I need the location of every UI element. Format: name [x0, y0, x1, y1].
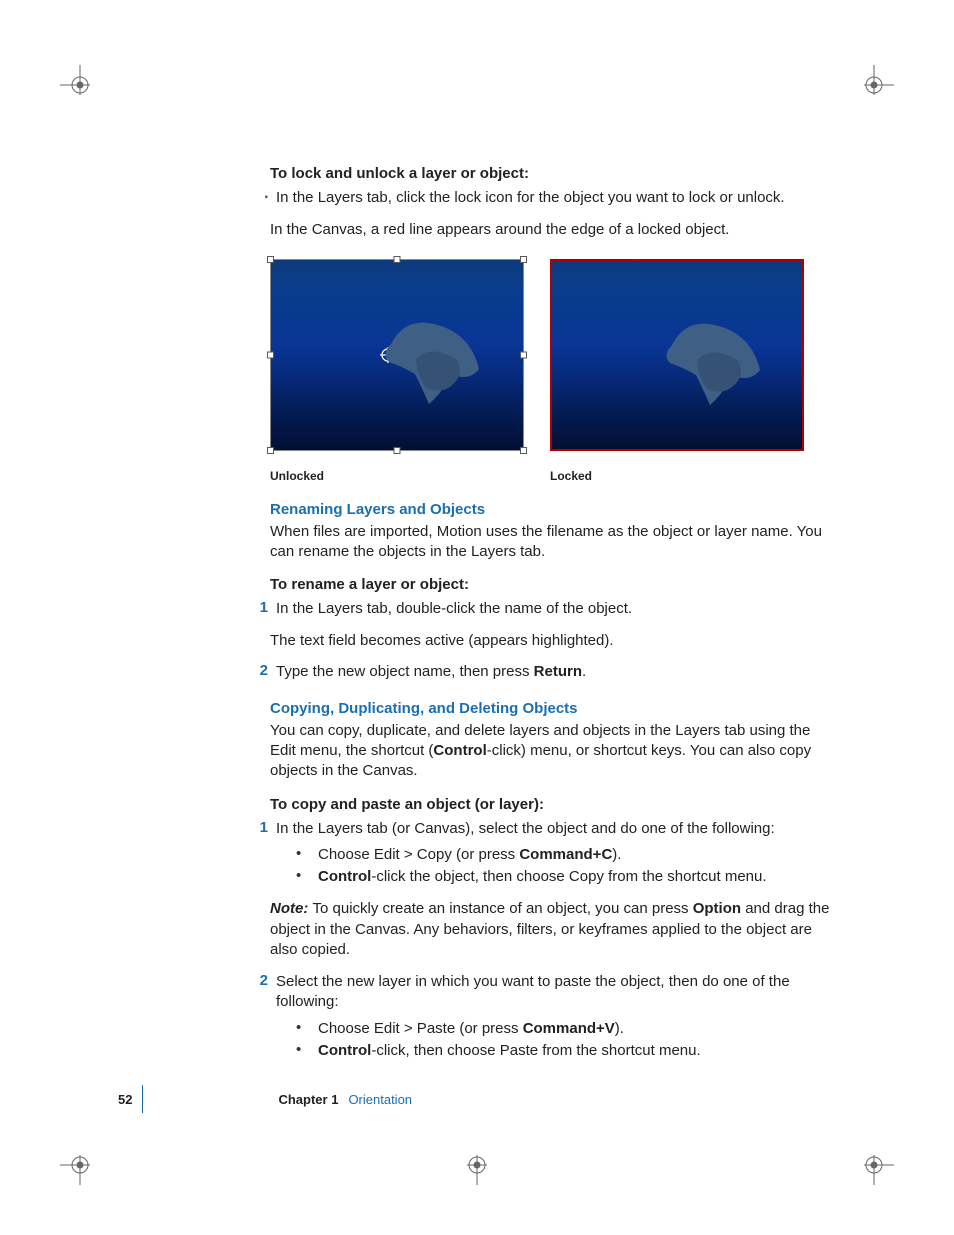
- crop-mark-icon: [457, 1145, 497, 1185]
- step-number: 2: [248, 972, 276, 989]
- task-heading-lock: To lock and unlock a layer or object:: [270, 165, 830, 182]
- paragraph: In the Canvas, a red line appears around…: [270, 220, 830, 240]
- sub-bullet-list: • Choose Edit > Copy (or press Command+C…: [296, 845, 830, 888]
- chapter-name: Orientation: [348, 1092, 412, 1107]
- figure-image-unlocked: [270, 259, 524, 451]
- figure-image-locked: [550, 259, 804, 451]
- bullet-icon: •: [296, 1019, 318, 1036]
- crop-mark-icon: [60, 1145, 100, 1185]
- paragraph: The text field becomes active (appears h…: [270, 631, 830, 651]
- sub-bullet-text: Control-click, then choose Paste from th…: [318, 1041, 830, 1061]
- step-text: In the Layers tab (or Canvas), select th…: [276, 819, 830, 839]
- page-footer: 52 Chapter 1 Orientation: [118, 1085, 838, 1113]
- crop-mark-icon: [854, 65, 894, 105]
- section-heading-copy: Copying, Duplicating, and Deleting Objec…: [270, 700, 830, 717]
- bullet-icon: •: [296, 845, 318, 862]
- sub-bullet-text: Control-click the object, then choose Co…: [318, 867, 830, 887]
- page-number: 52: [118, 1092, 132, 1107]
- page: To lock and unlock a layer or object: ▪ …: [0, 0, 954, 1235]
- sub-bullet-text: Choose Edit > Copy (or press Command+C).: [318, 845, 830, 865]
- step-number: 1: [248, 819, 276, 836]
- note-paragraph: Note: To quickly create an instance of a…: [270, 899, 830, 960]
- footer-divider: [142, 1085, 143, 1113]
- sub-bullet-item: • Control-click the object, then choose …: [296, 867, 830, 887]
- section-heading-rename: Renaming Layers and Objects: [270, 501, 830, 518]
- step-item: 1 In the Layers tab (or Canvas), select …: [270, 819, 830, 839]
- figure-caption: Locked: [550, 469, 592, 483]
- sub-bullet-text: Choose Edit > Paste (or press Command+V)…: [318, 1019, 830, 1039]
- task-heading-rename: To rename a layer or object:: [270, 576, 830, 593]
- crop-mark-icon: [854, 1145, 894, 1185]
- step-text: In the Layers tab, double-click the name…: [276, 599, 830, 619]
- step-item: 2 Select the new layer in which you want…: [270, 972, 830, 1013]
- step-text: Type the new object name, then press Ret…: [276, 662, 830, 682]
- step-number: 2: [248, 662, 276, 679]
- bullet-icon: •: [296, 867, 318, 884]
- step-number: 1: [248, 599, 276, 616]
- figure-unlocked: Unlocked: [270, 259, 524, 483]
- step-item: 2 Type the new object name, then press R…: [270, 662, 830, 682]
- sub-bullet-list: • Choose Edit > Paste (or press Command+…: [296, 1019, 830, 1062]
- bullet-text: In the Layers tab, click the lock icon f…: [276, 188, 830, 208]
- crop-mark-icon: [60, 65, 100, 105]
- task-heading-copy: To copy and paste an object (or layer):: [270, 796, 830, 813]
- chapter-label: Chapter 1: [278, 1092, 338, 1107]
- bullet-icon: ▪: [248, 188, 276, 208]
- paragraph: You can copy, duplicate, and delete laye…: [270, 721, 830, 782]
- bullet-icon: •: [296, 1041, 318, 1058]
- sub-bullet-item: • Choose Edit > Copy (or press Command+C…: [296, 845, 830, 865]
- dolphin-icon: [652, 305, 772, 415]
- paragraph: When files are imported, Motion uses the…: [270, 522, 830, 563]
- bullet-item: ▪ In the Layers tab, click the lock icon…: [270, 188, 830, 208]
- figure-caption: Unlocked: [270, 469, 324, 483]
- sub-bullet-item: • Choose Edit > Paste (or press Command+…: [296, 1019, 830, 1039]
- step-item: 1 In the Layers tab, double-click the na…: [270, 599, 830, 619]
- content-area: To lock and unlock a layer or object: ▪ …: [270, 165, 830, 1063]
- step-text: Select the new layer in which you want t…: [276, 972, 830, 1013]
- figure-row: Unlocked Locked: [270, 259, 830, 483]
- figure-locked: Locked: [550, 259, 804, 483]
- transform-handle-icon: [380, 347, 414, 363]
- sub-bullet-item: • Control-click, then choose Paste from …: [296, 1041, 830, 1061]
